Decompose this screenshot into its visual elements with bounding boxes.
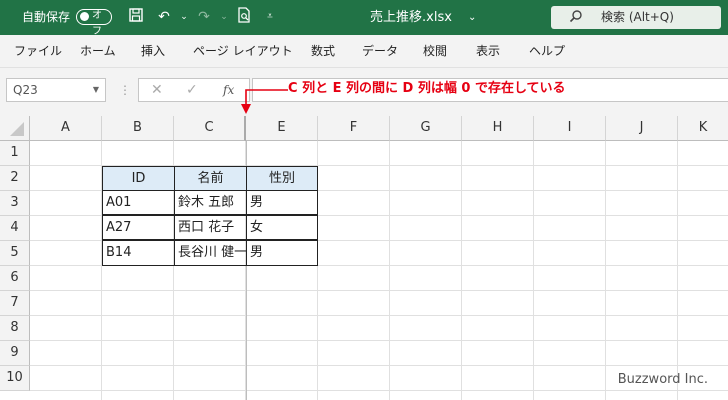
autosave-label: 自動保存 — [22, 10, 71, 24]
row-header-9[interactable]: 9 — [0, 341, 30, 366]
tab-help[interactable]: ヘルプ — [529, 35, 565, 67]
chevron-down-icon[interactable]: ⌄ — [468, 0, 476, 35]
watermark: Buzzword Inc. — [617, 372, 708, 387]
name-box-value: Q23 — [13, 83, 38, 97]
row-header-6[interactable]: 6 — [0, 266, 30, 291]
tab-view[interactable]: 表示 — [476, 35, 500, 67]
column-header-k[interactable]: K — [678, 116, 728, 141]
undo-dropdown-icon[interactable]: ⌄ — [174, 7, 194, 27]
column-header-j[interactable]: J — [606, 116, 678, 141]
print-preview-icon[interactable] — [234, 7, 254, 27]
save-icon[interactable] — [126, 7, 146, 27]
row-header-1[interactable]: 1 — [0, 141, 30, 166]
cancel-icon[interactable]: ✕ — [151, 79, 163, 101]
row-header-5[interactable]: 5 — [0, 241, 30, 266]
enter-icon[interactable]: ✓ — [186, 79, 198, 101]
table-cell[interactable]: 鈴木 五郎 — [174, 190, 247, 215]
table-header-id[interactable]: ID — [102, 166, 175, 191]
table-cell[interactable]: 男 — [246, 190, 318, 215]
chevron-down-icon[interactable]: ▼ — [93, 79, 99, 101]
table-header-sex[interactable]: 性別 — [246, 166, 318, 191]
row-header-10[interactable]: 10 — [0, 366, 30, 391]
column-header-h[interactable]: H — [462, 116, 534, 141]
search-label: 検索 (Alt+Q) — [601, 10, 674, 24]
ribbon-tabs: ファイル ホーム 挿入 ページ レイアウト 数式 データ 校閲 表示 ヘルプ — [0, 35, 728, 68]
column-header-i[interactable]: I — [534, 116, 606, 141]
tab-review[interactable]: 校閲 — [423, 35, 447, 67]
tab-home[interactable]: ホーム — [80, 35, 116, 67]
tab-formulas[interactable]: 数式 — [311, 35, 335, 67]
select-all-corner[interactable] — [0, 116, 30, 141]
tab-insert[interactable]: 挿入 — [141, 35, 165, 67]
table-header-name[interactable]: 名前 — [174, 166, 247, 191]
row-header-3[interactable]: 3 — [0, 191, 30, 216]
table-cell[interactable]: 女 — [246, 215, 318, 240]
title-bar: 自動保存 オフ ↶ ⌄ ↷ ⌄ ⩡ 売上推移.xlsx ⌄ 検索 (Alt+Q) — [0, 0, 728, 37]
annotation-text: C 列と E 列の間に D 列は幅 0 で存在している — [288, 81, 566, 96]
table-cell[interactable]: A01 — [102, 190, 175, 215]
insert-function-icon[interactable]: fx — [223, 79, 234, 101]
column-header-a[interactable]: A — [30, 116, 102, 141]
table-cell[interactable]: 西口 花子 — [174, 215, 247, 240]
name-box[interactable]: Q23 ▼ — [6, 78, 106, 102]
row-header-2[interactable]: 2 — [0, 166, 30, 191]
formula-controls: ✕ ✓ fx — [138, 78, 250, 102]
row-header-8[interactable]: 8 — [0, 316, 30, 341]
tab-file[interactable]: ファイル — [14, 35, 62, 67]
search-box[interactable]: 検索 (Alt+Q) — [551, 6, 721, 29]
more-options-icon[interactable]: ⋮ — [119, 80, 131, 100]
tab-data[interactable]: データ — [362, 35, 398, 67]
autosave-toggle[interactable]: オフ — [76, 9, 112, 37]
undo-icon[interactable]: ↶ — [154, 7, 174, 27]
redo-dropdown-icon[interactable]: ⌄ — [214, 7, 234, 27]
table-cell[interactable]: 男 — [246, 240, 318, 266]
column-header-f[interactable]: F — [318, 116, 390, 141]
column-header-g[interactable]: G — [390, 116, 462, 141]
annotation-arrow — [241, 89, 288, 114]
table-cell[interactable]: A27 — [102, 215, 175, 240]
search-icon — [569, 9, 583, 27]
customize-toolbar-icon[interactable]: ⩡ — [260, 7, 280, 27]
row-header-4[interactable]: 4 — [0, 216, 30, 241]
table-cell[interactable]: 長谷川 健一 — [174, 240, 247, 266]
row-header-7[interactable]: 7 — [0, 291, 30, 316]
table-cell[interactable]: B14 — [102, 240, 175, 266]
file-name[interactable]: 売上推移.xlsx — [370, 0, 452, 35]
column-header-b[interactable]: B — [102, 116, 174, 141]
redo-icon[interactable]: ↷ — [194, 7, 214, 27]
tab-page-layout[interactable]: ページ レイアウト — [193, 35, 293, 67]
toggle-knob — [80, 12, 89, 21]
column-header-e[interactable]: E — [246, 116, 318, 141]
column-header-c[interactable]: C — [174, 116, 246, 141]
